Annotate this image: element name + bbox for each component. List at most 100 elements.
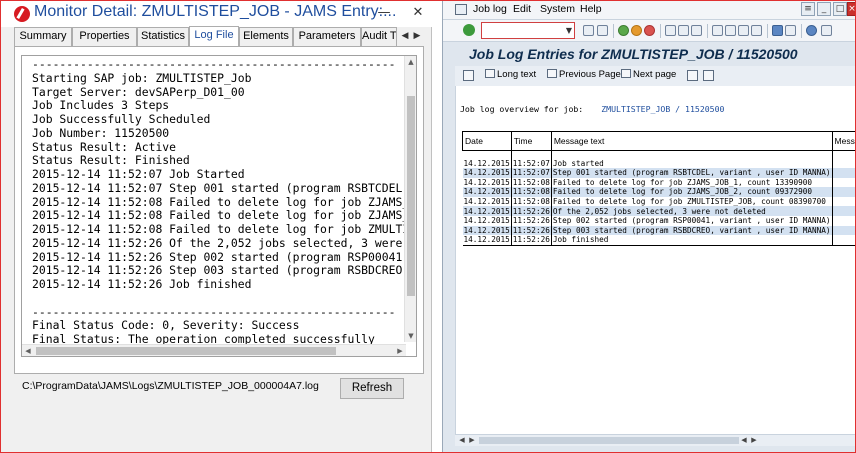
jams-titlebar[interactable]: Monitor Detail: ZMULTISTEP_JOB - JAMS En… <box>0 0 432 27</box>
log-line: 2015-12-14 11:52:08 Failed to delete log… <box>32 194 406 209</box>
previous-page-button[interactable]: Previous Page <box>547 69 621 80</box>
sap-gui-window: Job log Edit System Help ≡ _ □ × ▼ Job L <box>442 0 856 453</box>
cell-message <box>832 216 856 226</box>
menu-job-log[interactable]: Job log <box>473 3 507 15</box>
log-line: 2015-12-14 11:52:08 Failed to delete log… <box>32 208 406 223</box>
table-row[interactable]: 14.12.2015 11:52:08 Failed to delete log f… <box>462 196 856 207</box>
table-row[interactable]: 14.12.2015 11:52:07 Job started <box>462 158 856 169</box>
exit-icon[interactable] <box>631 25 642 36</box>
close-icon[interactable]: ✕ <box>408 4 428 22</box>
long-text-label: Long text <box>497 69 537 80</box>
tab-parameters[interactable]: Parameters <box>293 27 361 46</box>
minimize-icon[interactable]: _ <box>817 2 831 16</box>
menu-system[interactable]: System <box>540 3 575 15</box>
last-page-icon[interactable] <box>751 25 762 36</box>
shortcut-icon[interactable] <box>785 25 796 36</box>
scroll-right-icon[interactable]: ▶ <box>749 435 759 446</box>
table-layout-icon[interactable] <box>687 70 698 81</box>
log-line: Target Server: devSAPerp_D01_00 <box>32 84 245 99</box>
new-session-icon[interactable] <box>772 25 783 36</box>
column-header-message[interactable]: Messa <box>831 131 856 151</box>
table-row[interactable]: 14.12.2015 11:52:26 Of the 2,052 jobs sele… <box>462 206 856 217</box>
column-header-message-text[interactable]: Message text <box>550 131 833 151</box>
scroll-left-icon[interactable]: ◀ <box>22 345 34 356</box>
back-icon[interactable] <box>583 25 594 36</box>
scroll-down-icon[interactable]: ▼ <box>405 330 416 342</box>
toolbar-separator <box>707 24 708 38</box>
table-row[interactable]: 14.12.2015 11:52:08 Failed to delete log f… <box>462 187 856 197</box>
menu-edit[interactable]: Edit <box>513 3 531 15</box>
maximize-icon[interactable]: □ <box>833 2 847 16</box>
cell-message-text: Failed to delete log for job ZJAMS_JOB_1… <box>551 177 833 188</box>
cell-message-text: Failed to delete log for job ZMULTISTEP_… <box>551 196 833 207</box>
back-green-icon[interactable] <box>618 25 629 36</box>
cell-date: 14.12.2015 <box>462 177 512 188</box>
cell-message-text: Job started <box>551 158 833 169</box>
scroll-right-small-icon[interactable]: ▶ <box>467 435 477 446</box>
log-file-panel: ----------------------------------------… <box>14 46 424 374</box>
tab-scroll-right-icon[interactable]: ▶ <box>411 28 423 44</box>
table-row[interactable]: 14.12.2015 11:52:26 Step 002 started (prog… <box>462 216 856 226</box>
job-log-table: Date Time Message text Messa 14.12.20151… <box>462 131 856 246</box>
previous-page-icon[interactable] <box>725 25 736 36</box>
refresh-button[interactable]: Refresh <box>340 378 404 399</box>
help-icon[interactable] <box>806 25 817 36</box>
tab-scroll-left-icon[interactable]: ◀ <box>399 28 411 44</box>
scroll-thumb-horizontal[interactable] <box>36 347 336 355</box>
chevron-down-icon[interactable]: ▼ <box>566 23 572 38</box>
refresh-icon[interactable] <box>463 70 474 81</box>
sap-window-menu-icon[interactable] <box>455 4 467 15</box>
table-row[interactable]: 14.12.2015 11:52:26 Step 003 started (prog… <box>462 225 856 236</box>
cancel-icon[interactable] <box>644 25 655 36</box>
first-page-icon[interactable] <box>712 25 723 36</box>
print-icon[interactable] <box>665 25 676 36</box>
close-icon[interactable]: × <box>847 2 856 16</box>
customize-icon[interactable] <box>821 25 832 36</box>
menu-help[interactable]: Help <box>580 3 602 15</box>
horizontal-scrollbar[interactable]: ◀ ▶ <box>22 344 406 356</box>
log-textbox[interactable]: ----------------------------------------… <box>21 55 417 357</box>
tab-elements[interactable]: Elements <box>239 27 293 46</box>
table-row[interactable]: 14.12.2015 11:52:08 Failed to delete log f… <box>462 177 856 188</box>
enter-check-icon[interactable] <box>463 24 475 36</box>
long-text-button[interactable]: Long text <box>485 69 536 80</box>
cell-time: 11:52:07 <box>511 158 552 169</box>
find-icon[interactable] <box>678 25 689 36</box>
table-row[interactable]: 14.12.2015 11:52:26 Job finished <box>462 235 856 246</box>
column-header-time[interactable]: Time <box>510 131 552 151</box>
tab-statistics[interactable]: Statistics <box>137 27 189 46</box>
log-line: Final Status Code: 0, Severity: Success <box>32 318 300 333</box>
save-icon[interactable] <box>597 25 608 36</box>
log-line: 2015-12-14 11:52:26 Of the 2,052 jobs se… <box>32 235 403 250</box>
command-field[interactable]: ▼ <box>481 22 575 39</box>
choose-layout-icon[interactable] <box>703 70 714 81</box>
cell-time: 11:52:08 <box>511 177 552 188</box>
previous-page-label: Previous Page <box>559 69 621 80</box>
scroll-right-icon[interactable]: ▶ <box>394 345 406 356</box>
horizontal-scrollbar[interactable]: ◀ ▶ ◀ ▶ <box>455 434 856 446</box>
scroll-left-end-icon[interactable]: ◀ <box>739 435 749 446</box>
log-line: 2015-12-14 11:52:08 Failed to delete log… <box>32 222 406 236</box>
tab-properties[interactable]: Properties <box>72 27 137 46</box>
table-row[interactable]: 14.12.2015 11:52:07 Step 001 started (prog… <box>462 168 856 178</box>
column-header-date[interactable]: Date <box>462 131 512 151</box>
customize-layout-icon[interactable]: ≡ <box>801 2 815 16</box>
scroll-left-icon[interactable]: ◀ <box>457 435 467 446</box>
scroll-thumb[interactable] <box>479 437 739 444</box>
table-cell <box>462 150 512 159</box>
minimize-icon[interactable]: — <box>374 4 394 22</box>
job-log-overview: Job log overview for job: ZMULTISTEP_JOB … <box>460 104 724 114</box>
overview-value: ZMULTISTEP_JOB / 11520500 <box>601 104 725 114</box>
next-page-icon[interactable] <box>738 25 749 36</box>
find-next-icon[interactable] <box>691 25 702 36</box>
vertical-scrollbar[interactable]: ▲ ▼ <box>404 56 416 342</box>
tab-summary[interactable]: Summary <box>14 27 72 46</box>
log-line: 2015-12-14 11:52:07 Step 001 started (pr… <box>32 180 406 195</box>
log-line: 2015-12-14 11:52:07 Job Started <box>32 167 245 181</box>
next-page-button[interactable]: Next page <box>621 69 676 80</box>
tab-audit-trail[interactable]: Audit T <box>361 27 397 46</box>
scroll-thumb[interactable] <box>407 96 415 296</box>
scroll-up-icon[interactable]: ▲ <box>405 56 416 68</box>
tab-log-file[interactable]: Log File <box>189 26 239 47</box>
